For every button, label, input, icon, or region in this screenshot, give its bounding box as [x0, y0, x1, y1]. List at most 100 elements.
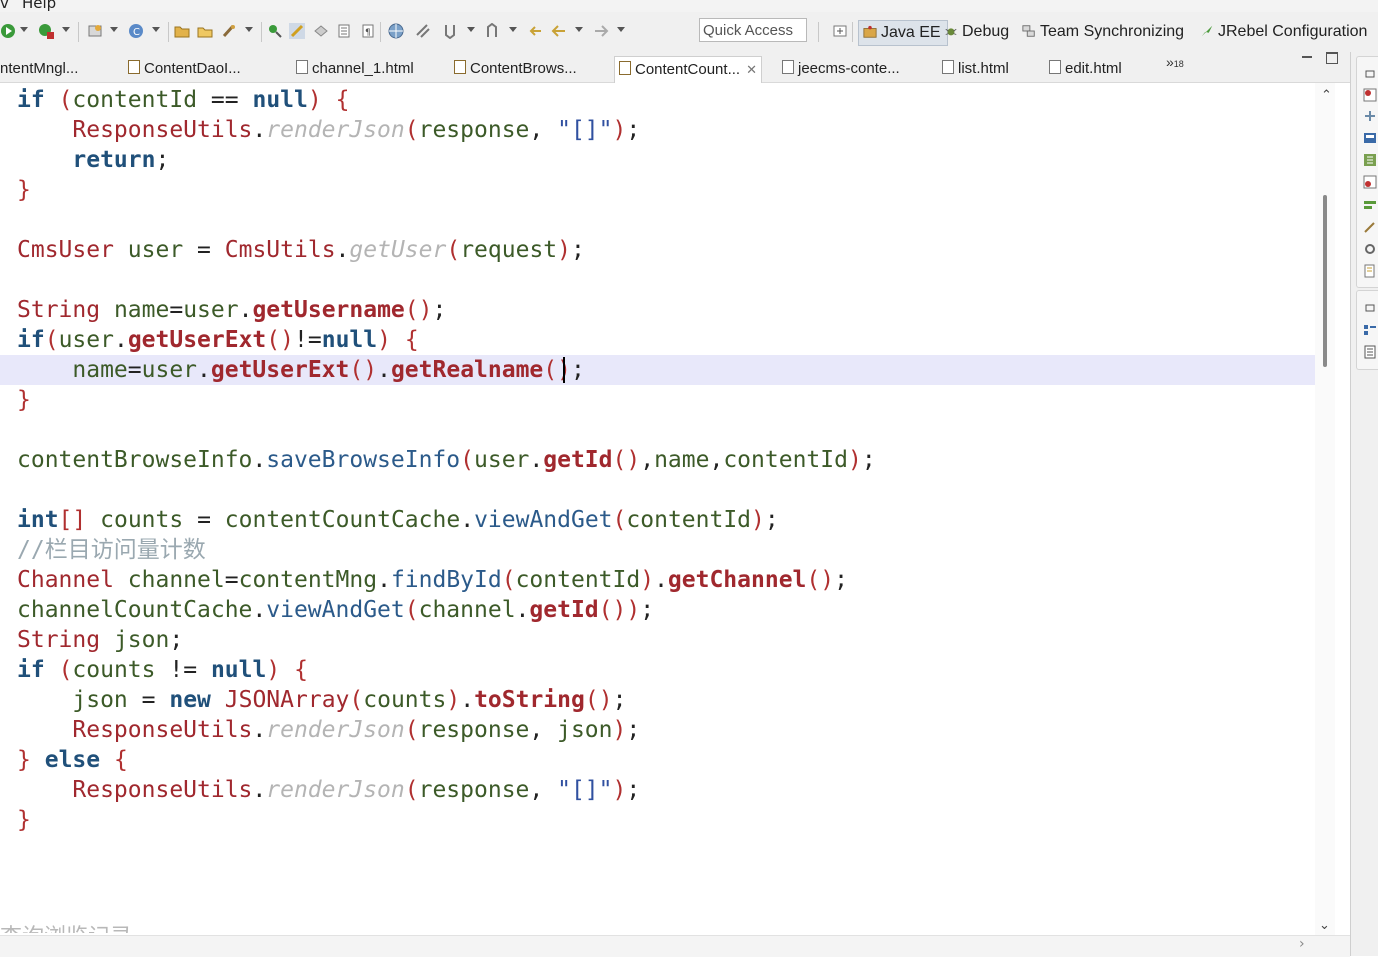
svg-text:C: C: [133, 27, 140, 38]
code-line: String json;: [17, 627, 184, 653]
horizontal-scrollbar[interactable]: [0, 935, 1350, 957]
show-list-overflow-button[interactable]: »18: [1166, 54, 1184, 70]
forward-dropdown-icon[interactable]: [617, 27, 625, 32]
progress-view-icon[interactable]: [1363, 242, 1377, 256]
next-annotation-icon[interactable]: [442, 23, 458, 39]
code-line: return;: [72, 147, 170, 173]
console-view-icon[interactable]: [1363, 131, 1377, 145]
forward-icon[interactable]: [593, 23, 609, 39]
tab-label: edit.html: [1065, 60, 1122, 77]
html-file-icon: [1049, 60, 1061, 74]
maximize-icon[interactable]: [1326, 52, 1338, 64]
perspective-debug[interactable]: Debug: [944, 20, 1009, 44]
external-tools-dropdown-icon[interactable]: [62, 27, 70, 32]
tab-channel-1-html[interactable]: channel_1.html: [296, 56, 414, 82]
toggle-block-selection-icon[interactable]: [313, 23, 329, 39]
xml-file-icon: [782, 60, 794, 74]
code-line: }: [17, 807, 31, 833]
previous-annotation-icon[interactable]: [484, 23, 500, 39]
restore-icon[interactable]: [1363, 68, 1377, 82]
restore-icon[interactable]: [1363, 302, 1377, 316]
java-ee-perspective-icon: [863, 25, 877, 38]
tab-label: channel_1.html: [312, 60, 414, 77]
menu-item-help[interactable]: Help: [22, 0, 56, 12]
html-file-icon: [942, 60, 954, 74]
perspective-jrebel-configuration[interactable]: JRebel Configuration: [1200, 20, 1367, 44]
servers-view-icon[interactable]: [1363, 88, 1377, 102]
new-server-dropdown-icon[interactable]: [110, 27, 118, 32]
scroll-down-icon[interactable]: ⌄: [1319, 918, 1330, 933]
code-line: }: [17, 177, 31, 203]
open-task-dropdown-icon[interactable]: [245, 27, 253, 32]
new-java-class-dropdown-icon[interactable]: [152, 27, 160, 32]
tasks-view-icon[interactable]: [1363, 220, 1377, 234]
toolbar-separator: [380, 22, 381, 42]
toggle-breadcrumb-icon[interactable]: [267, 23, 283, 39]
perspective-team-synchronizing[interactable]: Team Synchronizing: [1022, 20, 1184, 44]
toggle-mark-occurrences-icon[interactable]: [289, 23, 305, 39]
tab-label: jeecms-conte...: [798, 60, 900, 77]
code-line: if (contentId == null) {: [17, 87, 350, 113]
scroll-right-icon[interactable]: ›: [1299, 936, 1305, 952]
data-source-explorer-icon[interactable]: [1363, 109, 1377, 123]
tab-content-browse[interactable]: ContentBrows...: [454, 56, 577, 82]
run-dropdown-icon[interactable]: [20, 27, 28, 32]
tab-content-dao[interactable]: ContentDaoI...: [128, 56, 241, 82]
tab-content-mng[interactable]: ntentMngl...: [0, 56, 78, 82]
jrebel-perspective-icon: [1201, 25, 1213, 37]
tab-label: ContentBrows...: [470, 60, 577, 77]
open-task-icon[interactable]: [221, 23, 237, 39]
open-type-icon[interactable]: [174, 23, 190, 39]
next-annotation-dropdown-icon[interactable]: [467, 27, 475, 32]
menu-item-window[interactable]: v: [0, 0, 9, 12]
back-dropdown-icon[interactable]: [575, 27, 583, 32]
tab-jeecms-context[interactable]: jeecms-conte...: [782, 56, 900, 82]
tab-label: ContentCount...: [635, 61, 741, 78]
snippets-view-icon[interactable]: [1363, 153, 1377, 167]
close-tab-icon[interactable]: ✕: [746, 62, 757, 77]
code-line: }: [17, 387, 31, 413]
team-sync-perspective-icon: [1022, 25, 1035, 37]
task-list-view-icon[interactable]: [1363, 345, 1377, 359]
external-tools-icon[interactable]: [38, 23, 54, 39]
last-edit-location-icon[interactable]: [527, 23, 543, 39]
problems-view-icon[interactable]: [1363, 175, 1377, 189]
open-perspective-icon[interactable]: [832, 23, 848, 39]
quick-access-input[interactable]: Quick Access: [699, 18, 807, 42]
perspective-label: JRebel Configuration: [1218, 23, 1368, 40]
run-icon[interactable]: [0, 23, 16, 39]
debug-perspective-icon: [945, 28, 957, 36]
code-line: Channel channel=contentMng.findById(cont…: [17, 567, 848, 593]
markers-view-icon[interactable]: [1363, 198, 1377, 212]
open-folder-icon[interactable]: [197, 23, 213, 39]
new-java-class-icon[interactable]: C: [128, 23, 144, 39]
toolbar-separator: [261, 22, 262, 42]
tab-label: list.html: [958, 60, 1009, 77]
tab-list-html[interactable]: list.html: [942, 56, 1009, 82]
web-browser-icon[interactable]: [388, 23, 404, 39]
search-view-icon[interactable]: [1363, 264, 1377, 278]
code-line: ResponseUtils.renderJson(response, json)…: [72, 717, 641, 743]
perspective-java-ee[interactable]: Java EE: [858, 20, 948, 46]
code-editor[interactable]: if (contentId == null) { ResponseUtils.r…: [0, 83, 1315, 933]
show-paragraph-icon[interactable]: ¶: [360, 23, 376, 39]
code-line: name=user.getUserExt().getRealname();: [0, 355, 1315, 385]
editor-tab-bar: ntentMngl... ContentDaoI... channel_1.ht…: [0, 52, 1350, 83]
svg-text:¶: ¶: [365, 28, 371, 38]
search-files-icon[interactable]: [415, 23, 431, 39]
new-server-icon[interactable]: [87, 23, 103, 39]
tab-edit-html[interactable]: edit.html: [1049, 56, 1122, 82]
tab-content-count[interactable]: ContentCount... ✕: [614, 56, 762, 83]
scroll-up-icon[interactable]: ⌃: [1321, 88, 1332, 103]
overflow-chevron-icon: »: [1166, 54, 1174, 70]
outline-view-icon[interactable]: [1363, 323, 1377, 337]
back-icon[interactable]: [551, 23, 567, 39]
vertical-scrollbar-thumb[interactable]: [1323, 195, 1327, 367]
minimize-icon[interactable]: [1302, 56, 1312, 58]
show-whitespace-icon[interactable]: [336, 23, 352, 39]
toolbar-separator: [852, 22, 853, 42]
previous-annotation-dropdown-icon[interactable]: [509, 27, 517, 32]
